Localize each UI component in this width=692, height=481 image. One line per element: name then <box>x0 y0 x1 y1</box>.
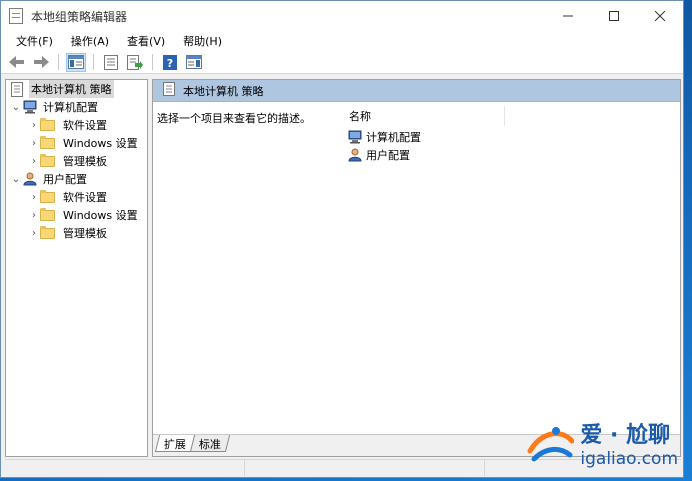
detail-header: 本地计算机 策略 <box>153 80 680 102</box>
tab-standard[interactable]: 标准 <box>189 435 231 452</box>
tab-label: 标准 <box>198 438 221 451</box>
show-hide-action-pane-icon <box>186 55 202 69</box>
chevron-right-icon[interactable]: › <box>28 119 40 131</box>
tree-item-computer-software[interactable]: › 软件设置 <box>6 116 147 134</box>
user-config-icon <box>347 148 363 162</box>
minimize-button[interactable] <box>545 1 591 31</box>
folder-icon <box>40 117 55 131</box>
column-header-label: 名称 <box>349 110 371 123</box>
menu-help[interactable]: 帮助(H) <box>174 33 231 49</box>
swoosh-logo-icon <box>527 427 575 462</box>
toolbar-separator <box>152 54 153 70</box>
tree-item-label: 软件设置 <box>63 191 107 204</box>
chevron-right-icon[interactable]: › <box>28 155 40 167</box>
status-pane <box>245 460 485 476</box>
tree-item-user-admin-templates[interactable]: › 管理模板 <box>6 224 147 242</box>
detail-pane: 本地计算机 策略 选择一个项目来查看它的描述。 名称 计算机配置 用户配置 扩展… <box>152 79 681 457</box>
menu-bar: 文件(F) 操作(A) 查看(V) 帮助(H) <box>1 31 683 51</box>
tree-item-root[interactable]: 本地计算机 策略 <box>6 80 147 98</box>
window-title: 本地组策略编辑器 <box>31 9 128 24</box>
properties-button[interactable] <box>101 53 121 72</box>
tree-item-computer-admin-templates[interactable]: › 管理模板 <box>6 152 147 170</box>
tree-item-label: 用户配置 <box>43 173 87 186</box>
watermark-line1: 爱 · 尬聊 <box>580 423 671 448</box>
user-config-icon <box>22 172 38 186</box>
toolbar-separator <box>93 54 94 70</box>
toolbar-separator <box>58 54 59 70</box>
tree-item-label: Windows 设置 <box>63 209 138 222</box>
forward-icon <box>34 56 49 68</box>
watermark-line2: igaliao.com <box>580 449 678 469</box>
chevron-right-icon[interactable]: › <box>28 137 40 149</box>
chevron-down-icon[interactable]: ⌄ <box>10 101 22 113</box>
maximize-button[interactable] <box>591 1 637 31</box>
tree-item-label: 软件设置 <box>63 119 107 132</box>
tree-item-user-windows[interactable]: › Windows 设置 <box>6 206 147 224</box>
status-pane <box>5 460 245 476</box>
tree-item-label: 本地计算机 策略 <box>29 80 114 98</box>
app-icon <box>9 8 23 24</box>
help-icon: ? <box>163 54 177 70</box>
list-item-label: 计算机配置 <box>366 131 421 144</box>
tab-extended[interactable]: 扩展 <box>154 435 196 452</box>
export-list-icon <box>127 54 143 70</box>
folder-icon <box>40 153 55 167</box>
watermark-text: 爱 · 尬聊 igaliao.com <box>580 417 678 469</box>
tree-item-computer-config[interactable]: ⌄ 计算机配置 <box>6 98 147 116</box>
toolbar: ? <box>1 51 683 74</box>
list-item[interactable]: 计算机配置 <box>347 128 421 146</box>
menu-action[interactable]: 操作(A) <box>62 33 118 49</box>
help-button[interactable]: ? <box>160 53 180 72</box>
back-button[interactable] <box>7 53 27 72</box>
chevron-right-icon[interactable]: › <box>28 191 40 203</box>
close-icon <box>655 11 665 21</box>
svg-text:?: ? <box>167 57 173 70</box>
tab-label: 扩展 <box>163 438 186 451</box>
tree-item-label: 计算机配置 <box>43 101 98 114</box>
main-area: 本地计算机 策略 ⌄ 计算机配置 › 软件设置 › Windows 设置 › 管… <box>5 79 681 457</box>
show-hide-tree-icon <box>68 55 84 69</box>
back-icon <box>9 56 24 68</box>
properties-icon <box>104 54 118 70</box>
minimize-icon <box>563 15 573 17</box>
tree-item-computer-windows[interactable]: › Windows 设置 <box>6 134 147 152</box>
folder-icon <box>40 225 55 239</box>
folder-icon <box>40 207 55 221</box>
detail-list: 计算机配置 用户配置 <box>347 128 421 164</box>
show-hide-tree-button[interactable] <box>66 52 86 72</box>
tree-item-label: Windows 设置 <box>63 137 138 150</box>
folder-icon <box>40 135 55 149</box>
menu-file[interactable]: 文件(F) <box>7 33 62 49</box>
list-item[interactable]: 用户配置 <box>347 146 421 164</box>
column-header-name[interactable]: 名称 <box>349 106 505 126</box>
menu-view[interactable]: 查看(V) <box>118 33 174 49</box>
policy-document-icon <box>163 82 175 99</box>
show-hide-action-pane-button[interactable] <box>184 53 204 72</box>
title-bar[interactable]: 本地组策略编辑器 <box>1 1 683 31</box>
console-tree: 本地计算机 策略 ⌄ 计算机配置 › 软件设置 › Windows 设置 › 管… <box>5 79 148 457</box>
computer-config-icon <box>22 100 38 114</box>
close-button[interactable] <box>637 1 683 31</box>
tree-item-user-config[interactable]: ⌄ 用户配置 <box>6 170 147 188</box>
window-controls <box>545 1 683 31</box>
maximize-icon <box>609 11 619 21</box>
description-text: 选择一个项目来查看它的描述。 <box>157 112 311 125</box>
computer-config-icon <box>347 130 363 144</box>
chevron-down-icon[interactable]: ⌄ <box>10 173 22 185</box>
chevron-right-icon[interactable]: › <box>28 227 40 239</box>
forward-button[interactable] <box>31 53 51 72</box>
detail-header-title: 本地计算机 策略 <box>183 84 264 98</box>
chevron-right-icon[interactable]: › <box>28 209 40 221</box>
folder-icon <box>40 189 55 203</box>
export-list-button[interactable] <box>125 53 145 72</box>
tree-item-label: 管理模板 <box>63 155 107 168</box>
tree-item-label: 管理模板 <box>63 227 107 240</box>
policy-document-icon <box>10 82 26 97</box>
tree-item-user-software[interactable]: › 软件设置 <box>6 188 147 206</box>
watermark: 爱 · 尬聊 igaliao.com <box>526 417 678 469</box>
gpedit-window: 本地组策略编辑器 文件(F) 操作(A) 查看(V) 帮助(H) ? 本地计算机… <box>0 0 684 478</box>
list-item-label: 用户配置 <box>366 149 410 162</box>
